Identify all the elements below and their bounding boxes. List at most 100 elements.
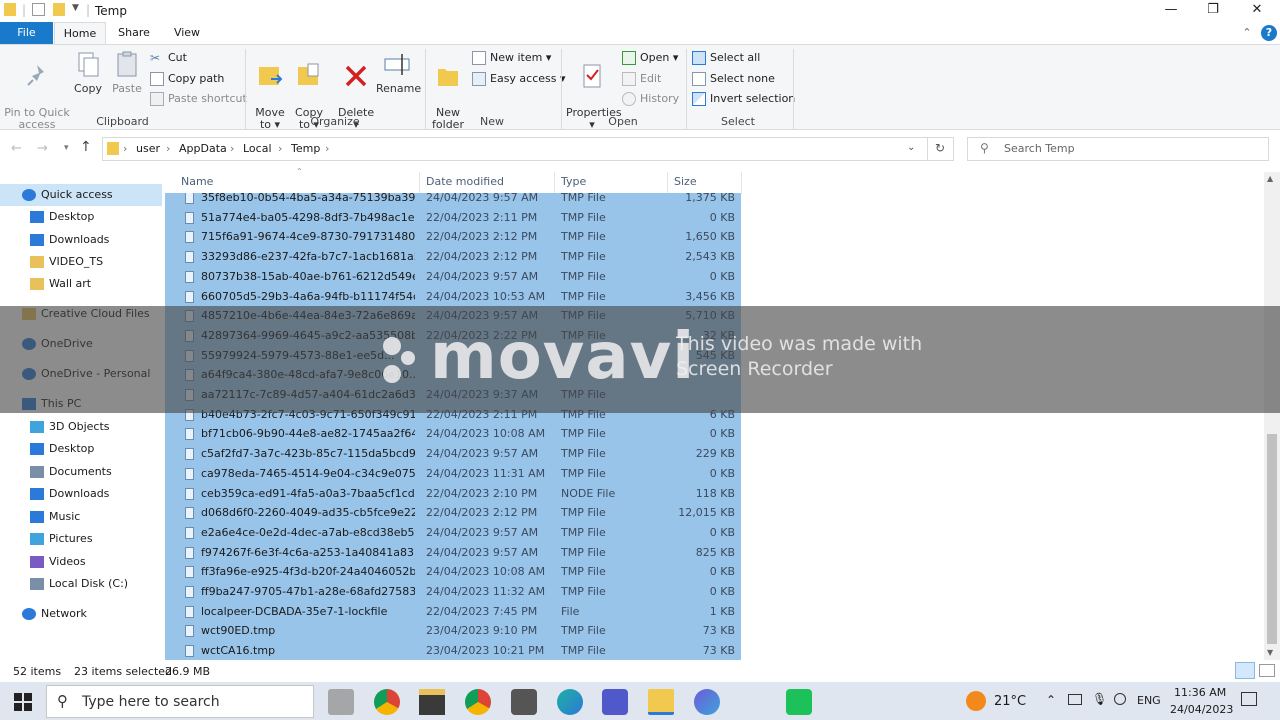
rename-button[interactable]: Rename: [376, 49, 421, 95]
file-row[interactable]: 35f8eb10-0b54-4ba5-a34a-75139ba395d7... 2…: [165, 193, 741, 208]
file-row[interactable]: e2a6e4ce-0e2d-4dec-a7ab-e8cd38eb5ff1... 2…: [165, 523, 741, 543]
invert-selection-button[interactable]: Invert selection: [692, 90, 795, 108]
notification-icon[interactable]: [1241, 692, 1257, 706]
nav-item[interactable]: Documents: [0, 461, 162, 483]
edit-button[interactable]: Edit: [622, 70, 661, 88]
nav-item[interactable]: Downloads: [0, 483, 162, 505]
windows-start-icon[interactable]: [14, 693, 32, 711]
open-button[interactable]: Open ▾: [622, 49, 678, 67]
file-row[interactable]: ceb359ca-ed91-4fa5-a0a3-7baa5cf1cda7... 2…: [165, 484, 741, 504]
column-name[interactable]: Name: [181, 175, 213, 188]
nav-item[interactable]: Network: [0, 603, 162, 625]
vertical-scrollbar[interactable]: ▲ ▼: [1264, 172, 1280, 660]
recent-locations-icon[interactable]: ▾: [64, 143, 69, 153]
tab-share[interactable]: Share: [108, 22, 160, 44]
file-row[interactable]: 660705d5-29b3-4a6a-94fb-b11174f54c0e... 2…: [165, 287, 741, 307]
breadcrumb-appdata[interactable]: AppData: [179, 142, 227, 155]
game-app-icon[interactable]: [786, 689, 812, 715]
column-size[interactable]: Size: [674, 175, 697, 188]
nav-item[interactable]: Downloads: [0, 229, 162, 251]
breadcrumb-separator[interactable]: ›: [166, 142, 170, 155]
new-folder-icon[interactable]: [53, 3, 65, 16]
ribbon-expand-icon[interactable]: ⌃: [1238, 22, 1256, 44]
chevron-down-icon[interactable]: ▼: [72, 3, 79, 13]
copy-button[interactable]: Copy: [72, 49, 104, 95]
task-view-icon[interactable]: [328, 689, 354, 715]
breadcrumb-separator[interactable]: ›: [278, 142, 282, 155]
help-icon[interactable]: ?: [1261, 25, 1277, 41]
temperature[interactable]: 21°C: [994, 694, 1026, 709]
column-divider[interactable]: [741, 172, 742, 194]
column-date-modified[interactable]: Date modified: [426, 175, 504, 188]
breadcrumb-separator[interactable]: ›: [123, 142, 127, 155]
scrollbar-thumb[interactable]: [1267, 434, 1277, 644]
restore-button[interactable]: ❐: [1190, 0, 1236, 22]
copilot-icon[interactable]: [694, 689, 720, 715]
teams-icon[interactable]: [602, 689, 628, 715]
nav-item[interactable]: Videos: [0, 551, 162, 573]
breadcrumb-user[interactable]: user: [136, 142, 160, 155]
language-indicator[interactable]: ENG: [1137, 694, 1161, 707]
volume-icon[interactable]: [1114, 693, 1126, 705]
easy-access-button[interactable]: Easy access ▾: [472, 70, 566, 88]
history-button[interactable]: History: [622, 90, 679, 108]
file-row[interactable]: ff9ba247-9705-47b1-a28e-68afd27583e9.t..…: [165, 582, 741, 602]
minimize-button[interactable]: —: [1148, 0, 1194, 22]
media-app-icon[interactable]: [419, 689, 445, 715]
address-dropdown-icon[interactable]: ⌄: [907, 142, 915, 153]
nav-item[interactable]: Quick access: [0, 184, 162, 206]
up-arrow-icon[interactable]: ↑: [80, 139, 92, 155]
breadcrumb-separator[interactable]: ›: [325, 142, 329, 155]
weather-sun-icon[interactable]: [966, 691, 986, 711]
column-type[interactable]: Type: [561, 175, 586, 188]
chrome-icon[interactable]: [374, 689, 400, 715]
chrome-profile-icon[interactable]: [465, 689, 491, 715]
edge-icon[interactable]: [557, 689, 583, 715]
file-row[interactable]: 715f6a91-9674-4ce9-8730-791731480fe9.t..…: [165, 227, 741, 247]
address-bar[interactable]: › user › AppData › Local › Temp › ⌄ ↻: [102, 137, 954, 161]
file-row[interactable]: ff3fa96e-e925-4f3d-b20f-24a4046052b6.t..…: [165, 562, 741, 582]
file-row[interactable]: bf71cb06-9b90-44e8-ae82-1745aa2f64d9... 2…: [165, 424, 741, 444]
large-icons-view-icon[interactable]: [1259, 664, 1275, 677]
file-row[interactable]: d068d6f0-2260-4049-ad35-cb5fce9e224c... 2…: [165, 503, 741, 523]
select-none-button[interactable]: Select none: [692, 70, 775, 88]
clock-date[interactable]: 24/04/2023: [1170, 703, 1233, 716]
select-all-button[interactable]: Select all: [692, 49, 760, 67]
back-arrow-icon[interactable]: ←: [11, 141, 22, 156]
breadcrumb-local[interactable]: Local: [243, 142, 272, 155]
nav-item[interactable]: VIDEO_TS: [0, 251, 162, 273]
nav-item[interactable]: Desktop: [0, 206, 162, 228]
copy-path-button[interactable]: Copy path: [150, 70, 224, 88]
file-row[interactable]: f974267f-6e3f-4c6a-a253-1a40841a8370.t..…: [165, 543, 741, 563]
column-divider[interactable]: [667, 172, 668, 194]
nav-item[interactable]: Wall art: [0, 273, 162, 295]
file-row[interactable]: wct90ED.tmp 23/04/2023 9:10 PM TMP File 73 …: [165, 621, 741, 641]
close-button[interactable]: ✕: [1234, 0, 1280, 22]
clock-time[interactable]: 11:36 AM: [1174, 686, 1226, 699]
file-row[interactable]: localpeer-DCBADA-35e7-1-lockfile 22/04/20…: [165, 602, 741, 622]
microphone-icon[interactable]: 🎙: [1092, 692, 1107, 706]
pin-quick-access-button[interactable]: Pin to Quick access: [4, 49, 70, 131]
tab-file[interactable]: File: [0, 22, 53, 44]
file-row[interactable]: c5af2fd7-3a7c-423b-85c7-115da5bcd92c... 2…: [165, 444, 741, 464]
file-row[interactable]: 33293d86-e237-42fa-b7c7-1acb1681a5c3... 2…: [165, 247, 741, 267]
cut-button[interactable]: ✂ Cut: [150, 49, 187, 67]
column-divider[interactable]: [554, 172, 555, 194]
nav-item[interactable]: 3D Objects: [0, 416, 162, 438]
show-hidden-icons-icon[interactable]: ⌃: [1046, 693, 1056, 707]
taskbar-search[interactable]: ⚲ Type here to search: [46, 685, 314, 718]
nav-item[interactable]: Local Disk (C:): [0, 573, 162, 595]
file-row[interactable]: 80737b38-15ab-40ae-b761-6212d549e915... 2…: [165, 267, 741, 287]
network-status-icon[interactable]: [1068, 694, 1082, 705]
scroll-up-icon[interactable]: ▲: [1267, 174, 1273, 183]
file-row[interactable]: wctCA16.tmp 23/04/2023 10:21 PM TMP File 73…: [165, 641, 741, 661]
paste-button[interactable]: Paste: [110, 49, 144, 95]
breadcrumb-temp[interactable]: Temp: [291, 142, 320, 155]
details-view-icon[interactable]: [1235, 662, 1255, 679]
refresh-icon[interactable]: ↻: [935, 141, 945, 155]
file-explorer-icon[interactable]: [648, 689, 674, 715]
tab-home[interactable]: Home: [54, 22, 106, 44]
new-item-button[interactable]: New item ▾: [472, 49, 551, 67]
file-row[interactable]: ca978eda-7465-4514-9e04-c34c9e07523b... 2…: [165, 464, 741, 484]
paste-shortcut-button[interactable]: Paste shortcut: [150, 90, 247, 108]
